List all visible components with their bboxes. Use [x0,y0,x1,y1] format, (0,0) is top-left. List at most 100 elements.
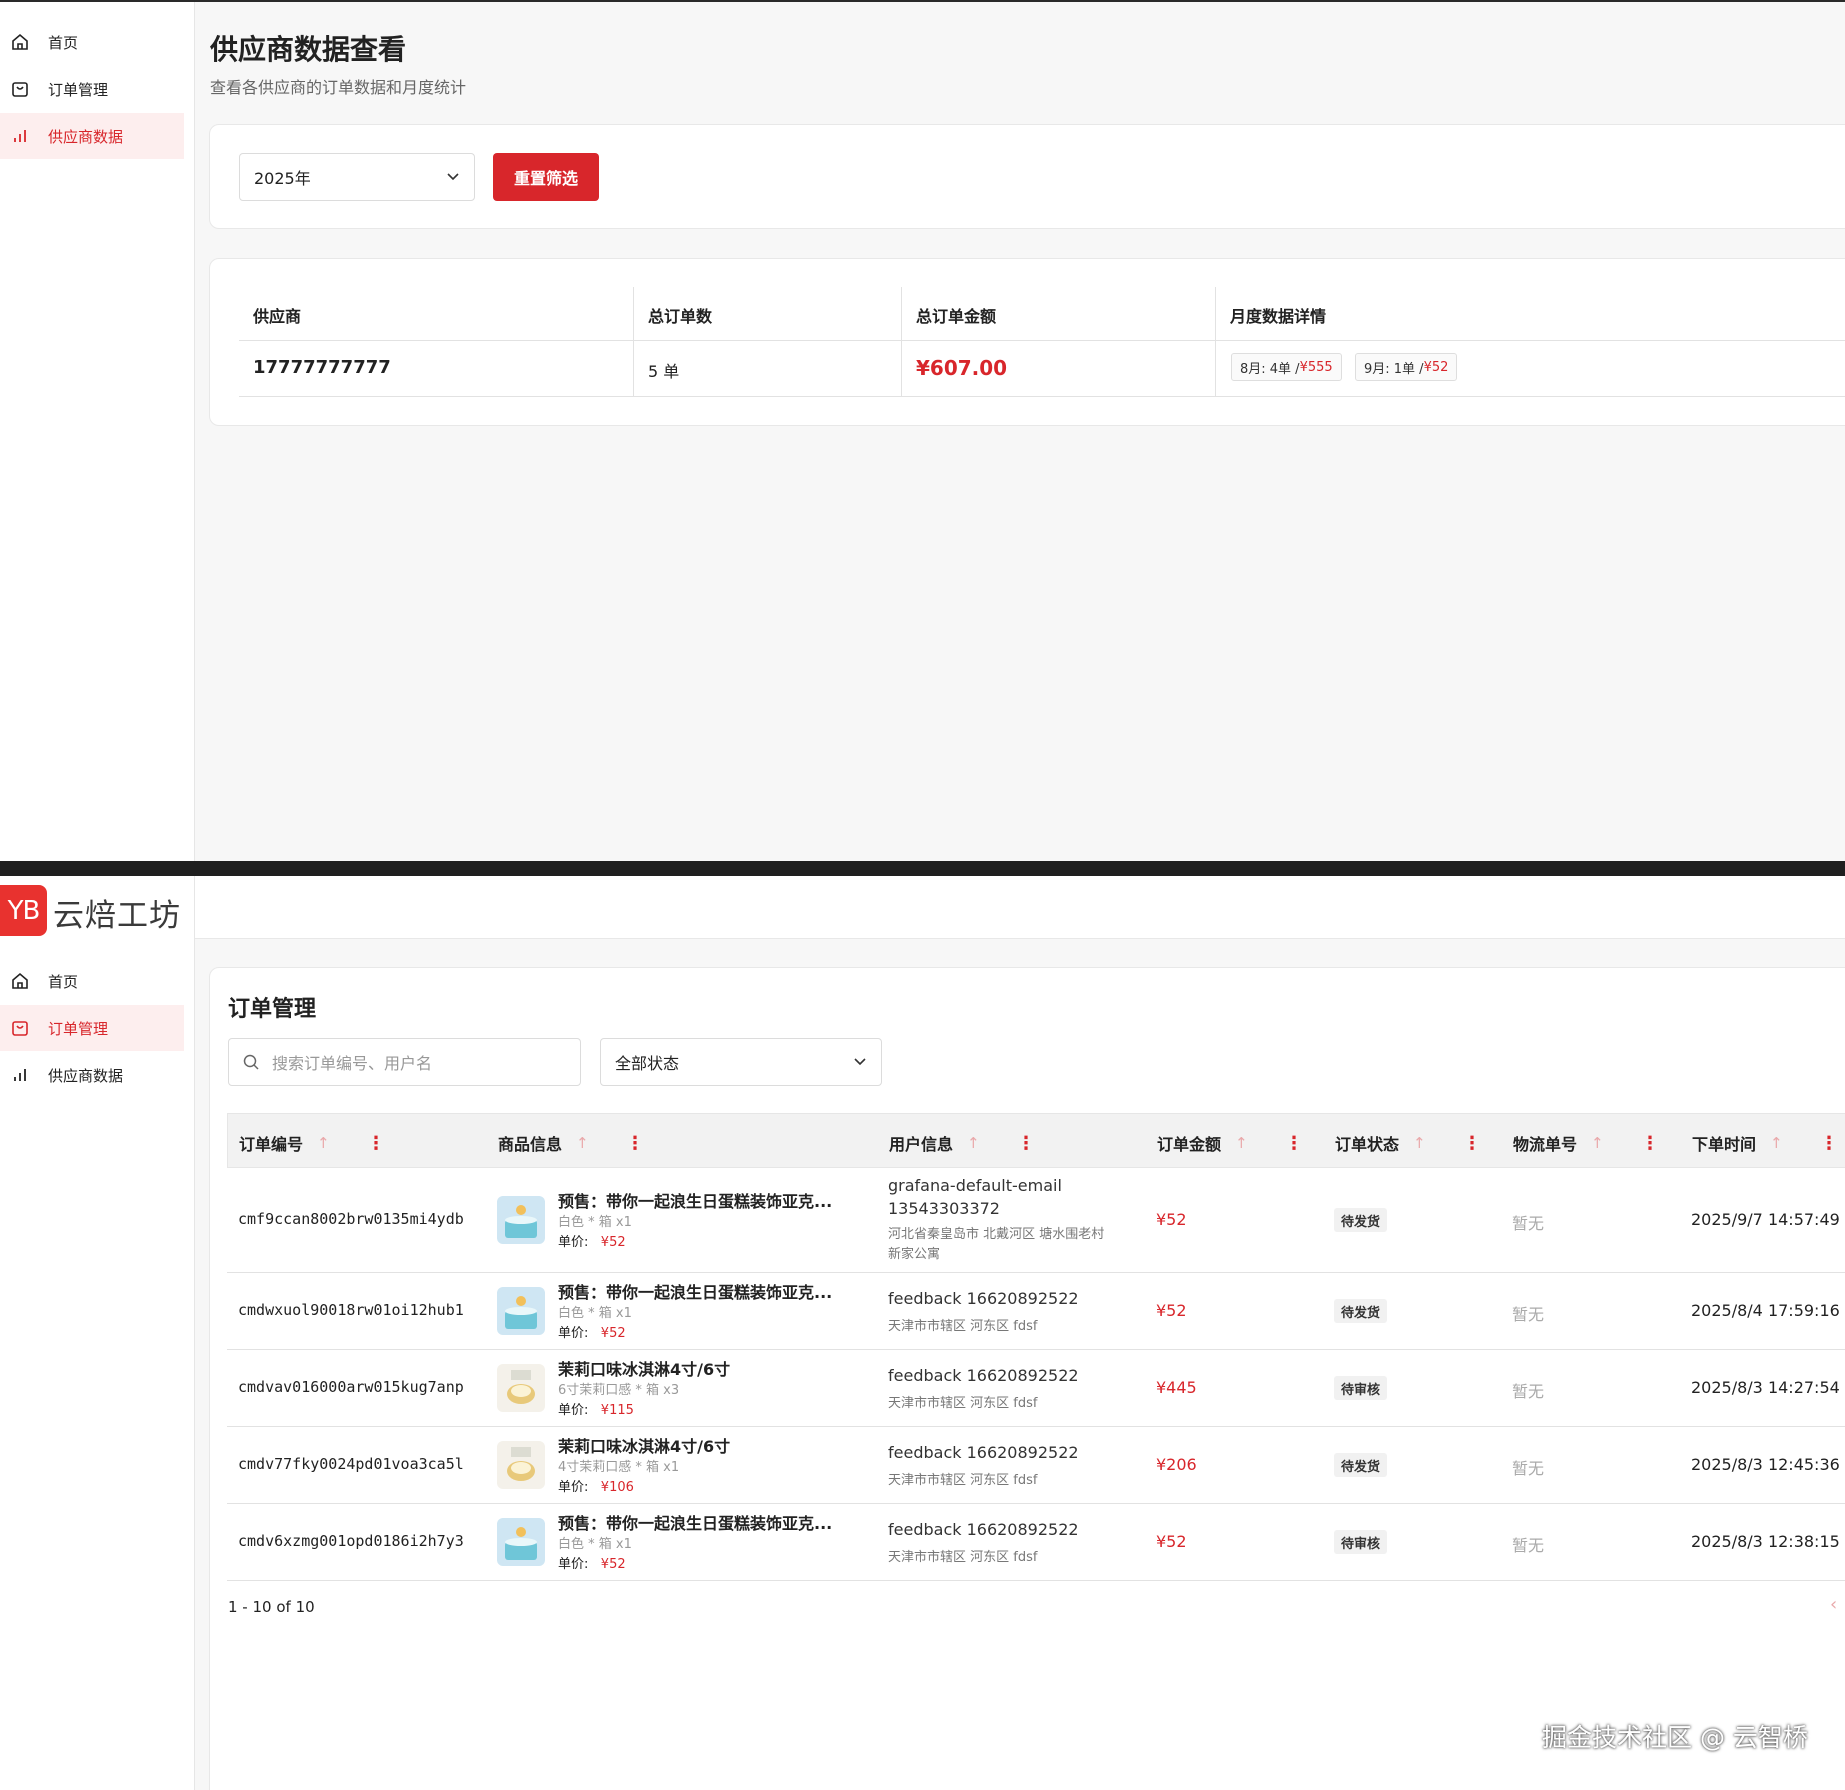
sidebar-item-home[interactable]: 首页 [0,958,184,1004]
search-input[interactable]: 搜索订单编号、用户名 [228,1038,581,1086]
product-thumbnail [497,1364,545,1412]
product-name: 预售：带你一起浪生日蛋糕装饰亚克... [558,1283,833,1302]
order-id: cmf9ccan8002brw0135mi4ydb [238,1210,464,1228]
user-name: feedback 16620892522 [888,1520,1079,1539]
user-address: 天津市市辖区 河东区 fdsf [888,1550,1038,1565]
table-row[interactable]: cmdv6xzmg001opd0186i2h7y3 预售：带你一起浪生日蛋糕装饰… [227,1504,1845,1581]
product-name: 茉莉口味冰淇淋4寸/6寸 [558,1360,731,1379]
column-header-product[interactable]: 商品信息 ↑ ⋮ [498,1131,644,1155]
sidebar-item-orders[interactable]: 订单管理 [0,66,184,112]
order-id: cmdvav016000arw015kug7anp [238,1378,464,1396]
order-amount: ¥206 [1156,1455,1197,1474]
order-time: 2025/9/7 14:57:49 [1691,1210,1840,1229]
column-menu-icon: ⋮ [1641,1132,1659,1154]
sort-arrow-icon: ↑ [1413,1134,1426,1152]
order-time: 2025/8/3 14:27:54 [1691,1378,1840,1397]
logistics-number: 暂无 [1512,1536,1545,1555]
page-subtitle: 查看各供应商的订单数据和月度统计 [210,78,467,97]
sidebar-item-orders[interactable]: 订单管理 [0,1005,184,1051]
column-header-logistics[interactable]: 物流单号 ↑ ⋮ [1513,1131,1659,1155]
sort-arrow-icon: ↑ [1235,1134,1248,1152]
logistics-number: 暂无 [1512,1382,1545,1401]
year-select[interactable]: 2025年 [239,153,475,201]
table-row[interactable]: cmf9ccan8002brw0135mi4ydb 预售：带你一起浪生日蛋糕装饰… [227,1168,1845,1273]
sidebar-item-home[interactable]: 首页 [0,19,184,65]
user-name: feedback 16620892522 [888,1443,1079,1462]
column-menu-icon: ⋮ [1463,1132,1481,1154]
column-header-order-id[interactable]: 订单编号 ↑ ⋮ [239,1131,385,1155]
status-badge: 待发货 [1334,1453,1388,1477]
order-amount: ¥445 [1156,1378,1197,1397]
product-name: 预售：带你一起浪生日蛋糕装饰亚克... [558,1192,833,1211]
sidebar-item-label: 订单管理 [48,1019,109,1038]
sidebar-item-label: 供应商数据 [48,1066,124,1085]
column-divider [901,287,902,397]
status-badge: 待审核 [1334,1530,1388,1554]
supplier-data-screen: 首页 订单管理 供应商数据 供应商数据查看 查看各供应商的订单数据和月度统计 2… [0,0,1845,861]
status-badge: 待发货 [1334,1208,1388,1232]
pagination-info: 1 - 10 of 10 [228,1598,315,1616]
search-placeholder: 搜索订单编号、用户名 [272,1054,433,1073]
reset-filter-button[interactable]: 重置筛选 [493,153,599,201]
user-address: 天津市市辖区 河东区 fdsf [888,1473,1038,1488]
monthly-badge: 8月: 4单 / ¥555 [1231,353,1342,381]
row-divider [239,396,1845,397]
user-address: 天津市市辖区 河东区 fdsf [888,1319,1038,1334]
status-badge: 待审核 [1334,1376,1388,1400]
column-menu-icon: ⋮ [367,1132,385,1154]
product-name: 茉莉口味冰淇淋4寸/6寸 [558,1437,731,1456]
product-thumbnail [497,1287,545,1335]
shopping-bag-icon [10,1018,30,1038]
column-header-status[interactable]: 订单状态 ↑ ⋮ [1335,1131,1481,1155]
page-title: 订单管理 [228,997,317,1022]
sort-arrow-icon: ↑ [1591,1134,1604,1152]
status-select[interactable]: 全部状态 [600,1038,882,1086]
sidebar-item-supplier-data[interactable]: 供应商数据 [0,1052,184,1098]
product-thumbnail [497,1441,545,1489]
user-address: 天津市市辖区 河东区 fdsf [888,1396,1038,1411]
search-icon [243,1054,260,1071]
order-id: cmdwxuol90018rw01oi12hub1 [238,1301,464,1319]
year-select-value: 2025年 [254,169,311,188]
sidebar-item-supplier-data[interactable]: 供应商数据 [0,113,184,159]
product-name: 预售：带你一起浪生日蛋糕装饰亚克... [558,1514,833,1533]
filter-card: 2025年 重置筛选 [209,124,1845,229]
column-menu-icon: ⋮ [1017,1132,1035,1154]
column-menu-icon: ⋮ [1285,1132,1303,1154]
bar-chart-icon [10,1065,30,1085]
column-header-order-time[interactable]: 下单时间 ↑ ⋮ [1692,1131,1838,1155]
logistics-number: 暂无 [1512,1305,1545,1324]
sort-arrow-icon: ↑ [1770,1134,1783,1152]
top-bar [195,876,1845,939]
user-address: 河北省秦皇岛市 北戴河区 塘水围老村 [888,1227,1105,1242]
bar-chart-icon [10,126,30,146]
logo-text: 云焙工坊 [53,898,181,934]
sort-arrow-icon: ↑ [576,1134,589,1152]
column-header-monthly-detail: 月度数据详情 [1230,307,1327,326]
table-row[interactable]: cmdv77fky0024pd01voa3ca5l 茉莉口味冰淇淋4寸/6寸 4… [227,1427,1845,1504]
table-row[interactable]: cmdwxuol90018rw01oi12hub1 预售：带你一起浪生日蛋糕装饰… [227,1273,1845,1350]
product-variant: 白色 * 箱 x1 [558,1215,632,1230]
column-divider [633,287,634,397]
column-header-amount[interactable]: 订单金额 ↑ ⋮ [1157,1131,1303,1155]
unit-price: 单价: ¥106 [558,1480,634,1495]
supplier-id: 17777777777 [253,357,391,378]
order-amount: ¥52 [1156,1301,1187,1320]
column-header-total-amount: 总订单金额 [916,307,997,326]
product-variant: 白色 * 箱 x1 [558,1306,632,1321]
order-management-screen: YB 云焙工坊 首页 订单管理 供应商数据 订单管理 搜索订单编号、用户名 全部… [0,876,1845,1790]
chevron-left-icon[interactable]: ‹ [1830,1594,1837,1615]
user-name: feedback 16620892522 [888,1289,1079,1308]
order-amount: ¥52 [1156,1210,1187,1229]
chevron-down-icon [853,1053,867,1072]
table-row[interactable]: cmdvav016000arw015kug7anp 茉莉口味冰淇淋4寸/6寸 6… [227,1350,1845,1427]
column-divider [1215,287,1216,397]
column-header-total-orders: 总订单数 [648,307,713,326]
column-header-user[interactable]: 用户信息 ↑ ⋮ [889,1131,1035,1155]
header-divider [239,340,1845,341]
product-thumbnail [497,1518,545,1566]
user-phone: 13543303372 [888,1199,1000,1218]
table-header: 订单编号 ↑ ⋮ 商品信息 ↑ ⋮ 用户信息 ↑ ⋮ 订单金额 ↑ ⋮ 订单状态 ↑ ⋮ 物流单号 ↑… [227,1113,1845,1168]
home-icon [10,971,30,991]
unit-price: 单价: ¥115 [558,1403,634,1418]
